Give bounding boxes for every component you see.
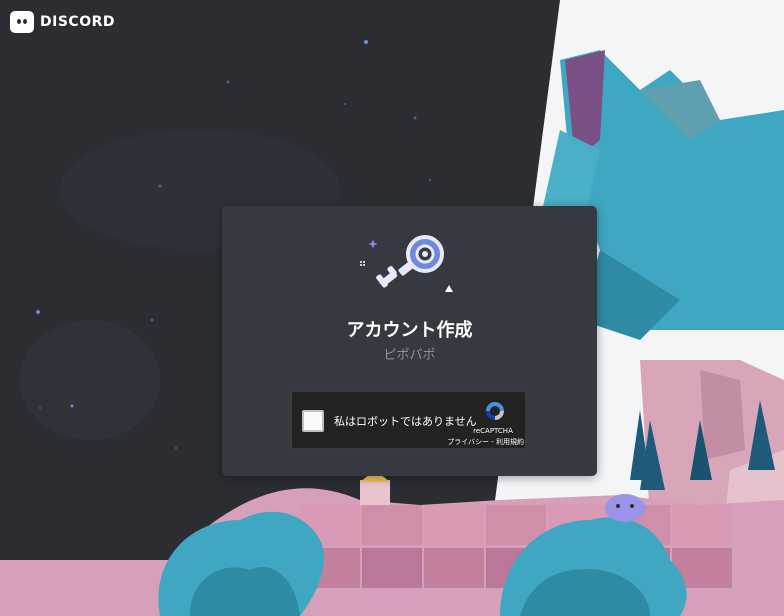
page: DISCORD アカウント作成 ピポパポ 私はロボットではありません reCAP… xyxy=(0,0,784,616)
recaptcha-links: プライバシー - 利用規約 xyxy=(440,437,524,447)
brand-name: DISCORD xyxy=(40,14,115,30)
recaptcha-terms-link[interactable]: 利用規約 xyxy=(496,438,524,446)
recaptcha-links-separator: - xyxy=(489,438,496,446)
key-illustration xyxy=(360,235,453,292)
recaptcha-label: 私はロボットではありません xyxy=(334,415,477,428)
recaptcha-privacy-link[interactable]: プライバシー xyxy=(447,438,489,446)
modal-subtitle: ピポパポ xyxy=(383,348,436,363)
recaptcha-widget: 私はロボットではありません reCAPTCHA プライバシー - 利用規約 xyxy=(291,391,526,449)
recaptcha-brand: reCAPTCHA xyxy=(473,427,513,435)
discord-logo-icon xyxy=(10,11,34,33)
recaptcha-checkbox[interactable] xyxy=(302,410,324,432)
recaptcha-logo-icon xyxy=(486,402,504,420)
discord-logo[interactable]: DISCORD xyxy=(10,10,115,34)
create-account-modal: アカウント作成 ピポパポ 私はロボットではありません reCAPTCHA プライ… xyxy=(222,206,597,476)
modal-title: アカウント作成 xyxy=(346,320,473,341)
